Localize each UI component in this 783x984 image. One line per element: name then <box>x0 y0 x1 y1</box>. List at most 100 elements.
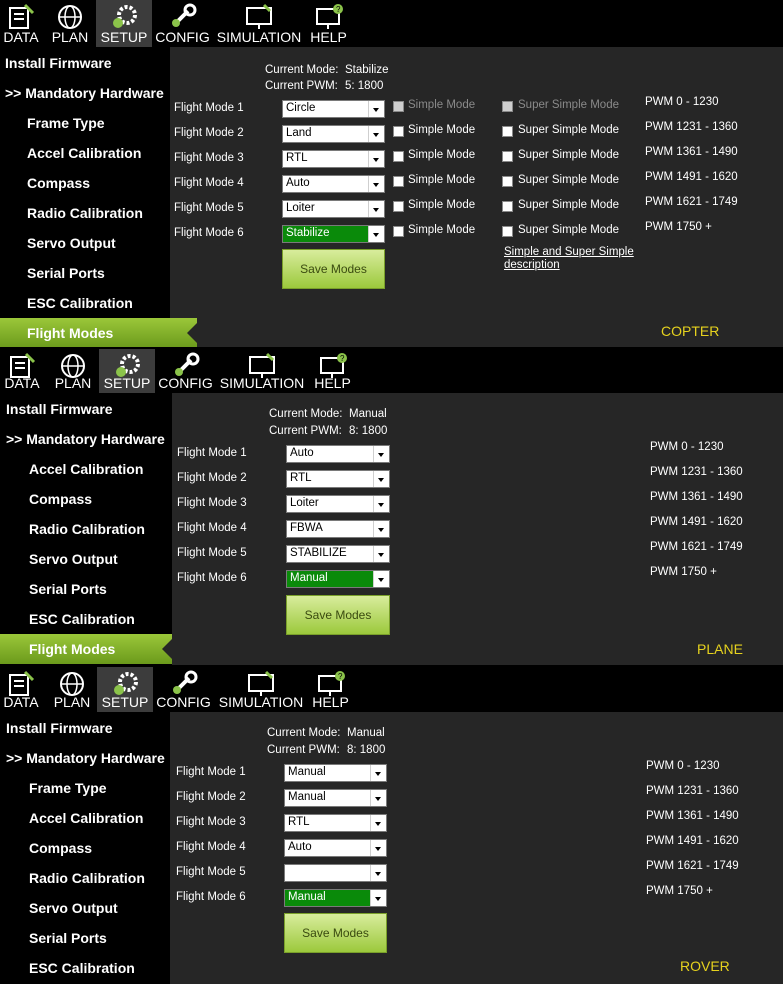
pwm-range: PWM 1491 - 1620 <box>646 835 739 847</box>
flight-mode-select[interactable]: Stabilize <box>282 225 385 243</box>
save-modes-button[interactable]: Save Modes <box>286 595 390 635</box>
flight-mode-select[interactable]: Manual <box>286 570 390 588</box>
pwm-range: PWM 1750 + <box>645 221 712 233</box>
plane-panel: DATA PLAN SETUP CONFIG SIMULATION ? HELP… <box>0 349 783 665</box>
current-pwm-label: Current PWM: <box>265 80 338 92</box>
chevron-down-icon <box>368 176 384 192</box>
flight-modes-content: Current Mode: Manual Current PWM: 8: 180… <box>0 349 783 665</box>
flight-mode-select[interactable]: RTL <box>284 814 387 832</box>
current-pwm-label: Current PWM: <box>267 744 340 756</box>
flight-mode-label: Flight Mode 6 <box>177 572 247 584</box>
flight-mode-select[interactable] <box>284 864 387 882</box>
flight-mode-label: Flight Mode 5 <box>174 202 244 214</box>
flight-mode-select[interactable]: Auto <box>286 445 390 463</box>
pwm-range: PWM 1750 + <box>646 885 713 897</box>
flight-modes-content: Current Mode: Manual Current PWM: 8: 180… <box>0 667 783 984</box>
pwm-range: PWM 1231 - 1360 <box>645 121 738 133</box>
flight-mode-select[interactable]: FBWA <box>286 520 390 538</box>
simple-mode-label: Simple Mode <box>408 224 476 236</box>
flight-mode-label: Flight Mode 2 <box>176 791 246 803</box>
flight-mode-label: Flight Mode 5 <box>176 866 246 878</box>
vehicle-label: COPTER <box>661 323 720 339</box>
simple-mode-checkbox[interactable] <box>393 151 404 162</box>
chevron-down-icon <box>368 226 384 242</box>
super-simple-mode-checkbox[interactable] <box>502 151 513 162</box>
flight-mode-label: Flight Mode 6 <box>176 891 246 903</box>
current-mode-label: Current Mode: <box>267 727 341 739</box>
chevron-down-icon <box>370 865 386 881</box>
pwm-range: PWM 0 - 1230 <box>650 441 724 453</box>
flight-mode-label: Flight Mode 1 <box>174 102 244 114</box>
simple-mode-checkbox[interactable] <box>393 126 404 137</box>
flight-mode-select[interactable]: Manual <box>284 889 387 907</box>
pwm-range: PWM 1361 - 1490 <box>646 810 739 822</box>
chevron-down-icon <box>370 840 386 856</box>
super-simple-mode-checkbox[interactable] <box>502 226 513 237</box>
current-mode-value: Manual <box>349 408 387 420</box>
simple-mode-checkbox[interactable] <box>393 176 404 187</box>
super-simple-mode-checkbox[interactable] <box>502 126 513 137</box>
super-simple-mode-checkbox[interactable] <box>502 101 513 112</box>
save-modes-button[interactable]: Save Modes <box>282 249 385 289</box>
current-mode-value: Stabilize <box>345 64 389 76</box>
simple-mode-label: Simple Mode <box>408 174 476 186</box>
flight-mode-select[interactable]: Manual <box>284 789 387 807</box>
chevron-down-icon <box>370 765 386 781</box>
current-pwm-value: 5: 1800 <box>345 80 384 92</box>
simple-mode-checkbox[interactable] <box>393 101 404 112</box>
chevron-down-icon <box>373 521 389 537</box>
flight-mode-select[interactable]: STABILIZE <box>286 545 390 563</box>
flight-mode-select[interactable]: Auto <box>282 175 385 193</box>
chevron-down-icon <box>370 890 386 906</box>
super-simple-mode-label: Super Simple Mode <box>518 224 619 236</box>
current-mode-value: Manual <box>347 727 385 739</box>
flight-mode-label: Flight Mode 2 <box>174 127 244 139</box>
pwm-range: PWM 1621 - 1749 <box>645 196 738 208</box>
current-pwm-value: 8: 1800 <box>347 744 386 756</box>
flight-mode-select[interactable]: Loiter <box>282 200 385 218</box>
flight-mode-select[interactable]: Circle <box>282 100 385 118</box>
flight-mode-label: Flight Mode 4 <box>177 522 247 534</box>
flight-mode-label: Flight Mode 3 <box>174 152 244 164</box>
chevron-down-icon <box>368 101 384 117</box>
super-simple-mode-checkbox[interactable] <box>502 201 513 212</box>
simple-mode-checkbox[interactable] <box>393 226 404 237</box>
simple-mode-label: Simple Mode <box>408 99 476 111</box>
flight-mode-label: Flight Mode 3 <box>177 497 247 509</box>
flight-modes-content: Current Mode: Stabilize Current PWM: 5: … <box>0 0 783 347</box>
pwm-range: PWM 1231 - 1360 <box>650 466 743 478</box>
flight-mode-select[interactable]: Manual <box>284 764 387 782</box>
super-simple-mode-label: Super Simple Mode <box>518 99 619 111</box>
chevron-down-icon <box>368 126 384 142</box>
current-mode-label: Current Mode: <box>269 408 343 420</box>
super-simple-mode-label: Super Simple Mode <box>518 174 619 186</box>
current-pwm-value: 8: 1800 <box>349 425 388 437</box>
copter-panel: DATA PLAN SETUP CONFIG SIMULATION ? HELP… <box>0 0 783 347</box>
flight-mode-label: Flight Mode 4 <box>174 177 244 189</box>
super-simple-mode-checkbox[interactable] <box>502 176 513 187</box>
flight-mode-select[interactable]: RTL <box>286 470 390 488</box>
pwm-range: PWM 1361 - 1490 <box>645 146 738 158</box>
pwm-range: PWM 0 - 1230 <box>645 96 719 108</box>
simple-mode-checkbox[interactable] <box>393 201 404 212</box>
flight-mode-select[interactable]: Auto <box>284 839 387 857</box>
pwm-range: PWM 1491 - 1620 <box>650 516 743 528</box>
current-pwm-label: Current PWM: <box>269 425 342 437</box>
chevron-down-icon <box>373 496 389 512</box>
chevron-down-icon <box>373 571 389 587</box>
flight-mode-label: Flight Mode 1 <box>176 766 246 778</box>
simple-description-link[interactable]: Simple and Super Simple description <box>504 246 634 272</box>
simple-mode-label: Simple Mode <box>408 124 476 136</box>
flight-mode-select[interactable]: Land <box>282 125 385 143</box>
flight-mode-select[interactable]: RTL <box>282 150 385 168</box>
flight-mode-label: Flight Mode 2 <box>177 472 247 484</box>
pwm-range: PWM 1621 - 1749 <box>650 541 743 553</box>
pwm-range: PWM 1621 - 1749 <box>646 860 739 872</box>
flight-mode-select[interactable]: Loiter <box>286 495 390 513</box>
flight-mode-label: Flight Mode 5 <box>177 547 247 559</box>
simple-mode-label: Simple Mode <box>408 149 476 161</box>
chevron-down-icon <box>373 546 389 562</box>
vehicle-label: PLANE <box>697 641 743 657</box>
pwm-range: PWM 0 - 1230 <box>646 760 720 772</box>
save-modes-button[interactable]: Save Modes <box>284 913 387 953</box>
